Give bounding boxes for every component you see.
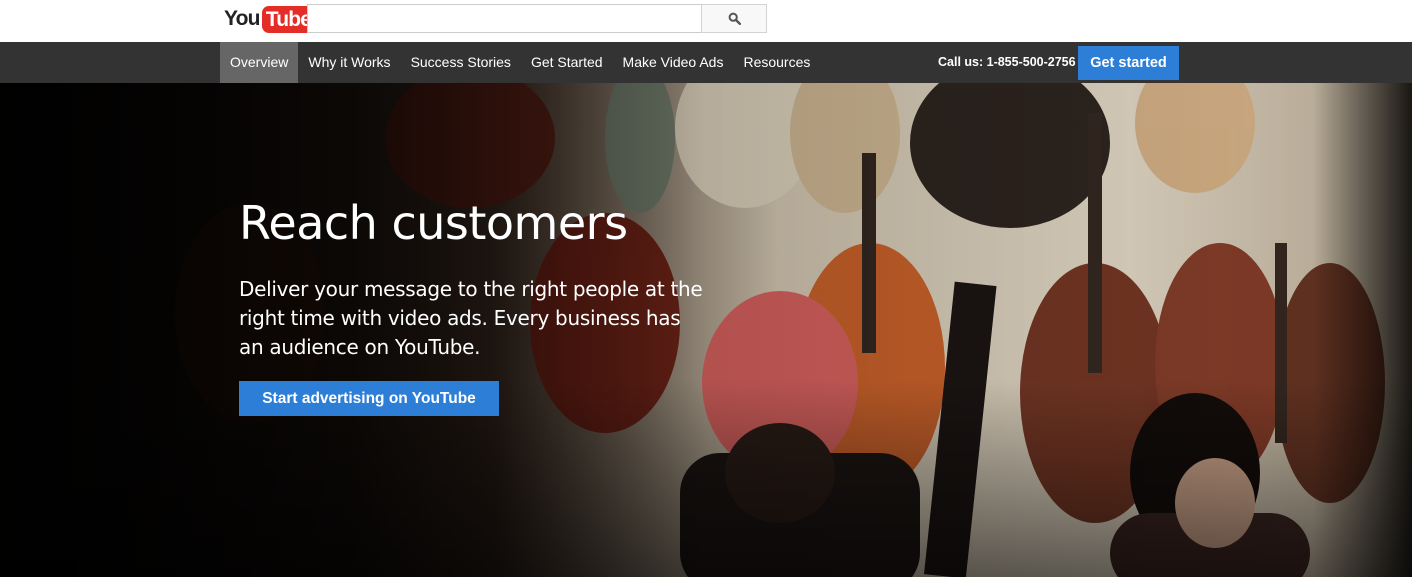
masthead: You Tube xyxy=(0,0,1412,42)
start-advertising-button[interactable]: Start advertising on YouTube xyxy=(239,381,499,416)
nav-item-resources[interactable]: Resources xyxy=(733,42,820,83)
call-us-phone: Call us: 1-855-500-2756 xyxy=(938,55,1076,69)
get-started-button[interactable]: Get started xyxy=(1078,46,1179,80)
search-input[interactable] xyxy=(307,4,702,33)
nav-list: Overview Why it Works Success Stories Ge… xyxy=(220,42,820,83)
search-icon xyxy=(728,12,741,25)
search-button[interactable] xyxy=(701,4,767,33)
hero-title: Reach customers xyxy=(239,196,628,250)
hero-description: Deliver your message to the right people… xyxy=(239,277,703,359)
nav-item-success-stories[interactable]: Success Stories xyxy=(401,42,521,83)
nav-item-get-started[interactable]: Get Started xyxy=(521,42,613,83)
nav-bar: Overview Why it Works Success Stories Ge… xyxy=(0,42,1412,83)
nav-item-why-it-works[interactable]: Why it Works xyxy=(298,42,400,83)
hero-banner: Reach customers Deliver your message to … xyxy=(0,83,1412,577)
nav-item-overview[interactable]: Overview xyxy=(220,42,299,83)
logo-you-text: You xyxy=(224,7,261,30)
youtube-logo[interactable]: You Tube xyxy=(224,4,316,34)
nav-item-make-video-ads[interactable]: Make Video Ads xyxy=(613,42,734,83)
